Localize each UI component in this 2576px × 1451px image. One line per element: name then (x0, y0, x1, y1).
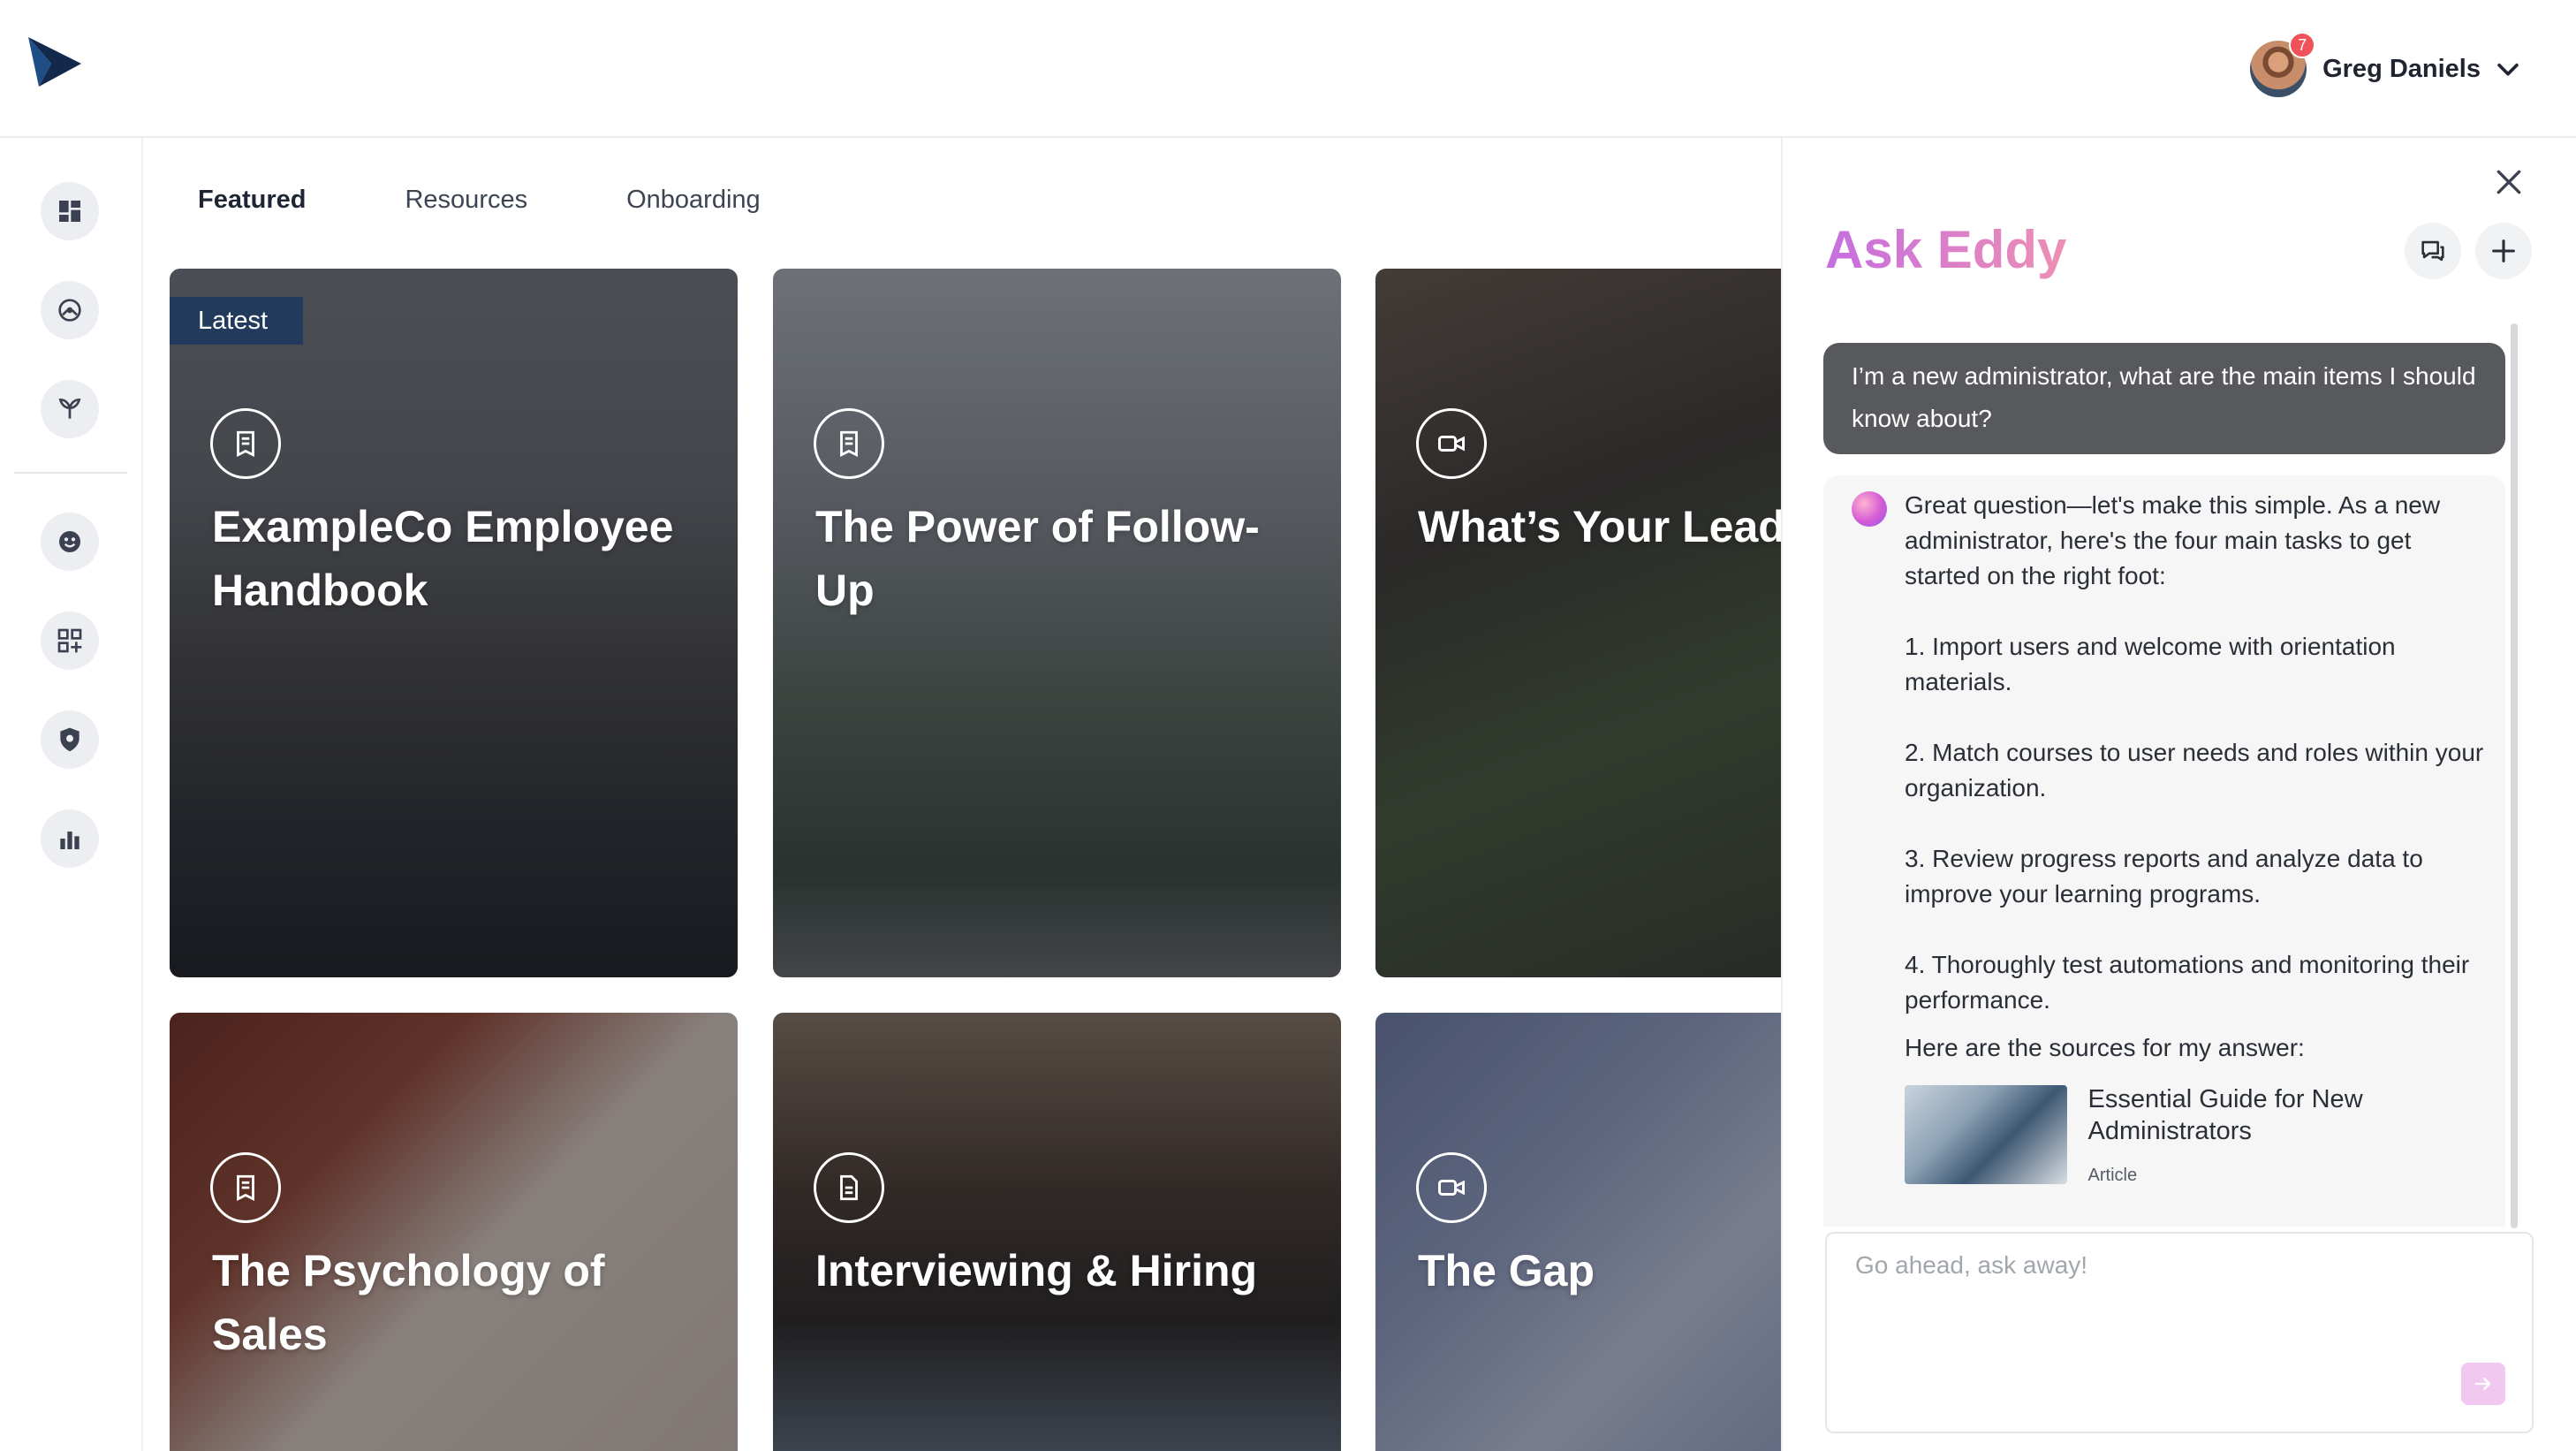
sidebar-item-explore[interactable] (41, 281, 99, 339)
plus-icon (2492, 239, 2515, 262)
sidebar (0, 138, 143, 1451)
card-overlay (773, 1013, 1341, 1451)
content-card[interactable]: The Gap (1375, 1013, 1781, 1451)
chat-input[interactable] (1855, 1251, 2474, 1280)
video-icon (1416, 408, 1487, 479)
bot-message: Great question—let's make this simple. A… (1823, 475, 2505, 1227)
sidebar-item-catalog[interactable] (41, 612, 99, 670)
chevron-down-icon[interactable] (2493, 54, 2523, 84)
content-card[interactable]: What’s Your Leadership Langu (1375, 269, 1781, 977)
smiley-icon (59, 531, 80, 552)
sidebar-item-growth[interactable] (41, 380, 99, 438)
content-card[interactable]: The Psychology of Sales (170, 1013, 738, 1451)
chat-scrollbar[interactable] (2511, 323, 2518, 1228)
file-icon (814, 1152, 884, 1223)
logo-icon[interactable] (27, 34, 83, 90)
content-tabs: Featured Resources Onboarding (198, 186, 761, 215)
send-button[interactable] (2461, 1363, 2505, 1405)
source-type: Article (2087, 1166, 2138, 1185)
arrow-right-icon (2474, 1378, 2491, 1390)
avatar[interactable]: 7 (2250, 32, 2316, 97)
chat-bubbles-icon (2421, 240, 2444, 262)
card-title: The Gap (1418, 1246, 1595, 1295)
card-title: The Psychology of Sales (212, 1246, 605, 1359)
sprout-icon (58, 398, 81, 419)
ask-eddy-panel: Ask Eddy I’m a new administrator, what a… (1781, 138, 2576, 1451)
card-title: The Power of Follow-Up (815, 502, 1260, 615)
card-title: ExampleCo Employee Handbook (212, 502, 674, 615)
bar-chart-icon (60, 832, 80, 849)
panel-title: Ask Eddy (1825, 220, 2067, 279)
eddy-avatar-icon (1852, 491, 1887, 527)
card-overlay (773, 269, 1341, 977)
tab-featured[interactable]: Featured (198, 186, 306, 215)
user-menu[interactable]: 7 Greg Daniels (2250, 32, 2523, 103)
source-thumbnail (1905, 1085, 2067, 1184)
latest-badge: Latest (170, 297, 303, 345)
bot-list-item: 4. Thoroughly test automations and monit… (1905, 951, 2470, 1014)
video-icon (1416, 1152, 1487, 1223)
tab-onboarding[interactable]: Onboarding (626, 186, 761, 215)
compass-icon (58, 299, 81, 322)
sidebar-item-dashboard[interactable] (41, 182, 99, 240)
source-card[interactable]: Essential Guide for New Administrators A… (1905, 1085, 2488, 1193)
card-overlay (170, 269, 738, 977)
bot-list-item: 1. Import users and welcome with orienta… (1905, 633, 2396, 695)
content-card[interactable]: Interviewing & Hiring (773, 1013, 1341, 1451)
tab-resources[interactable]: Resources (405, 186, 527, 215)
document-icon (210, 408, 281, 479)
chat-messages[interactable]: I’m a new administrator, what are the ma… (1823, 343, 2518, 1227)
document-icon (210, 1152, 281, 1223)
new-chat-button[interactable] (2475, 223, 2532, 279)
sources-label: Here are the sources for my answer: (1905, 1034, 2305, 1061)
shield-icon (60, 727, 80, 752)
close-icon[interactable] (2491, 164, 2527, 200)
content-card[interactable]: Latest ExampleCo Employee Handbook (170, 269, 738, 977)
sidebar-item-reports[interactable] (41, 809, 99, 868)
document-icon (814, 408, 884, 479)
notification-badge: 7 (2289, 32, 2316, 58)
content-card[interactable]: The Power of Follow-Up (773, 269, 1341, 977)
bot-list-item: 3. Review progress reports and analyze d… (1905, 845, 2423, 908)
card-overlay (1375, 269, 1781, 977)
top-bar: 7 Greg Daniels (0, 0, 2576, 138)
card-title: What’s Your Leadership Langu (1418, 502, 1781, 551)
user-name: Greg Daniels (2322, 54, 2481, 83)
sidebar-divider (14, 472, 127, 474)
bot-list-item: 2. Match courses to user needs and roles… (1905, 739, 2484, 801)
chat-input-box[interactable] (1825, 1232, 2534, 1433)
sidebar-item-people[interactable] (41, 513, 99, 571)
card-overlay (170, 1013, 738, 1451)
card-overlay (1375, 1013, 1781, 1451)
source-title: Essential Guide for New Administrators (2087, 1085, 2363, 1145)
sidebar-item-security[interactable] (41, 710, 99, 769)
chat-history-button[interactable] (2405, 223, 2461, 279)
bot-intro: Great question—let's make this simple. A… (1905, 491, 2441, 589)
apps-add-icon (57, 628, 82, 653)
dashboard-icon (59, 201, 80, 222)
card-title: Interviewing & Hiring (815, 1246, 1258, 1295)
user-message: I’m a new administrator, what are the ma… (1823, 343, 2505, 454)
bot-message-text: Great question—let's make this simple. A… (1905, 488, 2488, 1193)
